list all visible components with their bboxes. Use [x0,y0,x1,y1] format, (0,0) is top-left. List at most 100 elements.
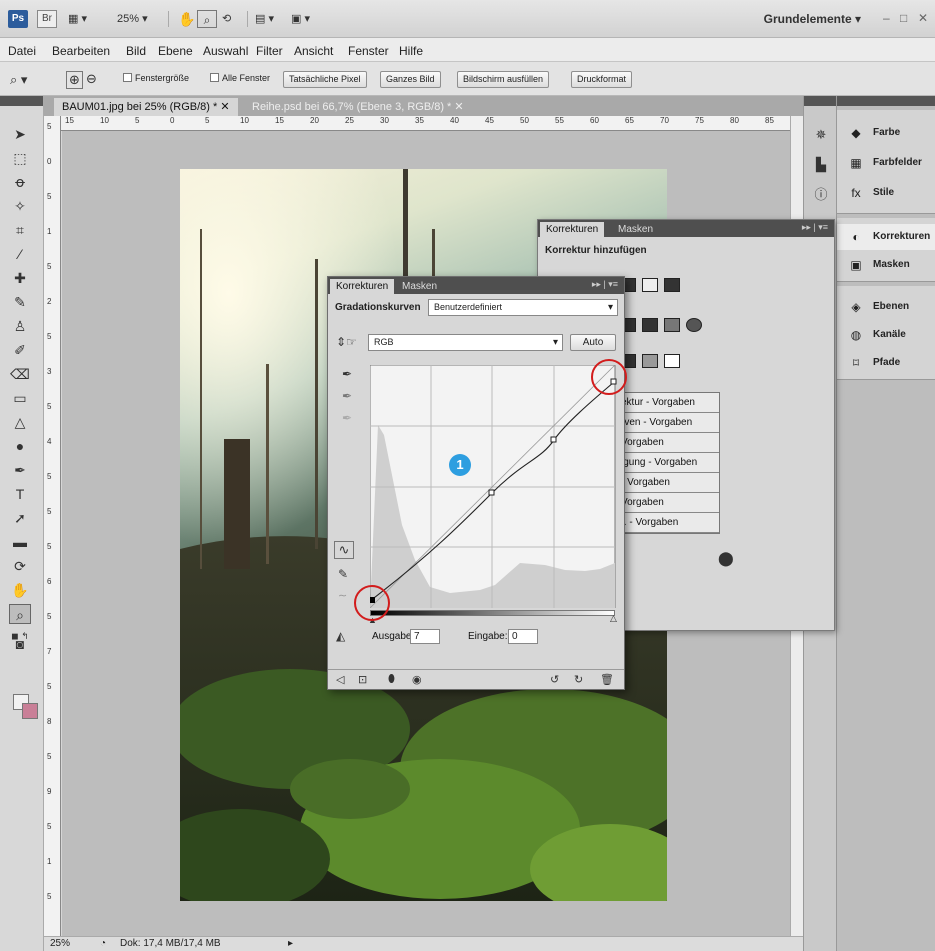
fit-screen-button[interactable]: Ganzes Bild [380,71,441,88]
close-button[interactable]: ✕ [918,11,928,25]
clone-stamp-icon[interactable]: ♙ [9,316,31,336]
white-point-eyedropper-icon[interactable]: ✒ [342,411,352,425]
adjustment-icons-row-2[interactable] [620,318,708,335]
dock-masken[interactable]: ▣ Masken [837,252,935,278]
zoom-level-menu[interactable]: 25% ▾ [117,10,148,28]
clipping-warning-icon[interactable]: ◭ [336,629,345,643]
adjustment-icons-row-3[interactable] [620,354,686,371]
pen-tool-icon[interactable]: ✒ [9,460,31,480]
workspace-switcher[interactable]: Grundelemente ▾ [764,12,861,26]
blur-tool-icon[interactable]: △ [9,412,31,432]
tab-baum01[interactable]: BAUM01.jpg bei 25% (RGB/8) * ✕ [54,98,238,116]
dock-kanaele[interactable]: ◍ Kanäle [837,322,935,348]
alle-fenster-checkbox[interactable]: Alle Fenster [210,73,270,83]
preset-item[interactable]: rven - Vorgaben [617,413,719,433]
panel-menu-icon[interactable]: ▸▸ | ▾≡ [592,279,618,290]
close-tab-icon[interactable]: ✕ [454,101,463,113]
histogram-icon[interactable]: ▙ [812,156,830,174]
hand-tool-left-icon[interactable]: ✋ [9,580,31,600]
marquee-tool-icon[interactable]: ⬚ [9,148,31,168]
maximize-button[interactable]: □ [900,11,907,25]
3d-rotate-icon[interactable]: ⟳ [9,556,31,576]
dock-farbfelder[interactable]: ▦ Farbfelder [837,150,935,176]
info-icon[interactable]: ⓘ [812,186,830,204]
close-tab-icon[interactable]: ✕ [220,101,229,113]
arrange-documents-icon[interactable]: ▤ ▾ [255,10,274,28]
adjustment-icons-row-1[interactable] [620,278,686,295]
actual-pixels-button[interactable]: Tatsächliche Pixel [283,71,367,88]
zoom-tool-icon[interactable]: ⌕ [197,10,217,28]
menu-bearbeiten[interactable]: Bearbeiten [52,44,110,58]
dock-pfade[interactable]: ⌑ Pfade [837,350,935,376]
navigator-icon[interactable]: ✵ [812,126,830,144]
menu-hilfe[interactable]: Hilfe [399,44,423,58]
quick-mask-icon[interactable]: ◙ [9,634,31,654]
menu-datei[interactable]: Datei [8,44,36,58]
healing-brush-icon[interactable]: ✚ [9,268,31,288]
move-tool-icon[interactable]: ➤ [9,124,31,144]
zoom-out-icon[interactable]: ⊖ [86,71,97,87]
menu-ebene[interactable]: Ebene [158,44,193,58]
fenstergroesse-checkbox[interactable]: Fenstergröße [123,73,189,83]
path-selection-icon[interactable]: ➚ [9,508,31,528]
type-tool-icon[interactable]: T [9,484,31,504]
delete-icon[interactable]: 🗑 [600,673,614,686]
gradient-tool-icon[interactable]: ▭ [9,388,31,408]
preset-item[interactable]: - Vorgaben [617,473,719,493]
channel-select[interactable]: RGB [368,334,563,351]
reset-icon[interactable]: ↻ [574,673,583,686]
target-adjust-hand-icon[interactable]: ⇕☞ [336,335,357,349]
vertical-ruler[interactable]: 5 0 5 1 5 2 5 3 5 4 5 5 5 6 5 7 5 8 5 9 5 1 5 [44,116,61,936]
input-field[interactable]: 0 [508,629,538,644]
history-brush-icon[interactable]: ✐ [9,340,31,360]
dock-farbe[interactable]: ◆ Farbe [837,120,935,146]
magic-wand-icon[interactable]: ✧ [9,196,31,216]
panel-menu-icon[interactable]: ▸▸ | ▾≡ [802,222,828,233]
status-info-icon[interactable]: ◔ [100,938,106,949]
screen-mode-menu-icon[interactable]: ▣ ▾ [291,10,310,28]
minimize-button[interactable]: – [883,11,890,25]
dock-stile[interactable]: fx Stile [837,180,935,206]
menu-auswahl[interactable]: Auswahl [203,44,248,58]
output-field[interactable]: 7 [410,629,440,644]
preset-item[interactable]: r. - Vorgaben [617,513,719,533]
smooth-curve-icon[interactable]: ∼ [338,589,347,602]
curves-graph[interactable] [370,365,617,608]
curves-preset-select[interactable]: Benutzerdefiniert [428,299,618,316]
back-arrow-icon[interactable]: ◁ [336,673,344,686]
bridge-button[interactable]: Br [37,10,57,28]
zoom-in-icon[interactable]: ⊕ [66,71,83,89]
clip-layer-icon[interactable]: ⬮ [388,673,395,686]
visibility-eye-icon[interactable]: ◉ [412,673,422,686]
auto-button[interactable]: Auto [570,334,616,351]
menu-ansicht[interactable]: Ansicht [294,44,333,58]
previous-state-icon[interactable]: ↺ [550,673,559,686]
eyedropper-tool-icon[interactable]: ⁄ [9,244,31,264]
dock-ebenen[interactable]: ◈ Ebenen [837,294,935,320]
tab-masken[interactable]: Masken [612,222,659,237]
hand-tool-icon[interactable]: ✋ [178,10,195,28]
zoom-tool-left-icon[interactable]: ⌕ [9,604,31,624]
horizontal-ruler[interactable]: 15 10 5 0 5 10 15 20 25 30 35 40 45 50 55 60 65 70 75 80 85 [61,116,791,131]
gray-point-eyedropper-icon[interactable]: ✒ [342,389,352,403]
eraser-tool-icon[interactable]: ⌫ [9,364,31,384]
tab-korrekturen[interactable]: Korrekturen [330,279,395,294]
tab-korrekturen[interactable]: Korrekturen [540,222,605,237]
pencil-draw-icon[interactable]: ✎ [338,567,348,581]
status-zoom[interactable]: 25% [50,938,70,949]
print-size-button[interactable]: Druckformat [571,71,633,88]
clip-to-layer-icon[interactable]: ⬤ [718,550,734,567]
menu-filter[interactable]: Filter [256,44,283,58]
preset-item[interactable]: ektur - Vorgaben [617,393,719,413]
status-menu-arrow-icon[interactable]: ▸ [288,938,293,949]
dock-korrekturen[interactable]: ◐ Korrekturen [837,224,935,250]
tab-reihe[interactable]: Reihe.psd bei 66,7% (Ebene 3, RGB/8) * ✕ [244,98,472,116]
crop-tool-icon[interactable]: ⌗ [9,220,31,240]
background-color-swatch[interactable] [22,703,38,719]
curve-point-tool-icon[interactable]: ∿ [334,541,354,559]
expand-view-icon[interactable]: ⊡ [358,673,367,686]
zoom-tool-preset-icon[interactable]: ⌕ ▾ [10,72,27,88]
tab-masken[interactable]: Masken [396,279,443,294]
brush-tool-icon[interactable]: ✎ [9,292,31,312]
preset-item[interactable]: igung - Vorgaben [617,453,719,473]
